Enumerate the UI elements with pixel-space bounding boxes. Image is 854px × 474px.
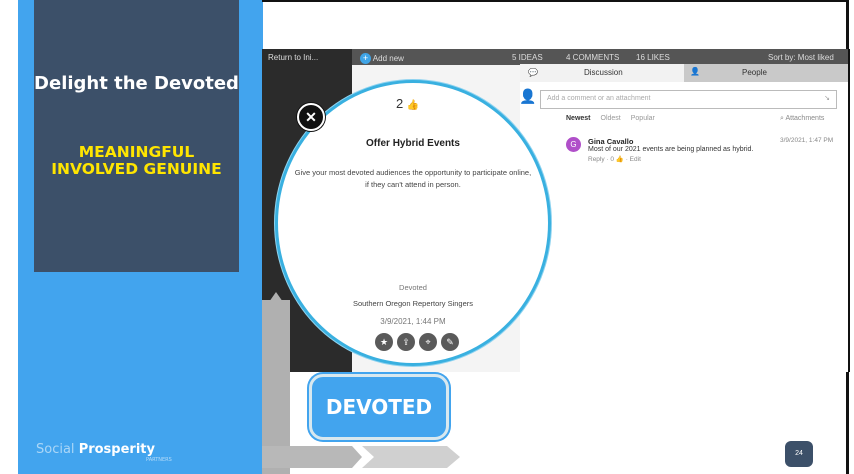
comment-icon: 💬 <box>528 68 538 77</box>
user-avatar-icon: 👤 <box>519 88 537 104</box>
comment-actions[interactable]: Reply · 0 👍 · Edit <box>588 155 641 163</box>
title-box: Delight the Devoted MEANINGFUL INVOLVED … <box>34 0 239 272</box>
tab-people-label: People <box>742 68 767 77</box>
comment-author: Gina Cavallo <box>588 137 634 146</box>
edit-icon[interactable]: ✎ <box>441 333 459 351</box>
idea-likes-count: 2 <box>396 96 404 111</box>
commenter-avatar: G <box>566 137 581 152</box>
return-link[interactable]: Return to Ini... <box>268 53 318 62</box>
comment-text: Most of our 2021 events are being planne… <box>588 146 754 153</box>
page-number: 24 <box>785 441 813 467</box>
comment-placeholder: Add a comment or an attachment <box>547 95 651 102</box>
brand-light: Social <box>36 442 75 457</box>
arrow-horizontal <box>262 446 460 468</box>
arrow-head-up <box>262 292 290 312</box>
idea-category: Devoted <box>399 283 427 292</box>
slide-title: Delight the Devoted <box>34 73 239 94</box>
comment-sort-tabs: Newest Oldest Popular <box>566 115 665 122</box>
attachments-label: Attachments <box>785 115 825 122</box>
share-icon[interactable]: ⇪ <box>397 333 415 351</box>
tab-discussion-label: Discussion <box>584 68 623 77</box>
idea-likes[interactable]: 2 👍 <box>396 96 419 111</box>
sort-newest[interactable]: Newest <box>566 115 591 122</box>
tab-people[interactable]: 👤 People <box>684 64 848 82</box>
idea-title: Offer Hybrid Events <box>366 138 460 149</box>
close-icon[interactable]: ✕ <box>297 103 325 131</box>
add-new-button[interactable]: + Add new <box>360 53 404 64</box>
sort-dropdown[interactable]: Sort by: Most liked <box>768 53 834 62</box>
likes-count: 16 LIKES <box>636 53 670 62</box>
tag-icon[interactable]: ⌖ <box>419 333 437 351</box>
plus-icon: + <box>360 53 371 64</box>
attachments-link[interactable]: ⌕ Attachments <box>780 115 824 123</box>
brand-logo: Social Prosperity PARTNERS <box>36 442 172 463</box>
devoted-label: DEVOTED <box>309 374 449 440</box>
brand-bold: Prosperity <box>78 442 155 457</box>
brand-sub: PARTNERS <box>146 457 172 463</box>
idea-date: 3/9/2021, 1:44 PM <box>380 317 446 326</box>
thumbs-up-icon: 👍 <box>406 100 420 111</box>
sort-oldest[interactable]: Oldest <box>601 115 621 122</box>
tab-discussion[interactable]: 💬 Discussion <box>520 64 684 82</box>
send-icon: ↘ <box>824 95 830 102</box>
discussion-panel <box>520 64 848 372</box>
sort-popular[interactable]: Popular <box>631 115 655 122</box>
idea-body: Give your most devoted audiences the opp… <box>294 168 532 189</box>
idea-organization: Southern Oregon Repertory Singers <box>352 299 474 308</box>
person-icon: 👤 <box>690 67 700 76</box>
ideas-count: 5 IDEAS <box>512 53 543 62</box>
comments-count: 4 COMMENTS <box>566 53 620 62</box>
paperclip-icon: ⌕ <box>780 115 784 122</box>
slide-keywords: MEANINGFUL INVOLVED GENUINE <box>51 143 222 178</box>
frame-top <box>262 0 849 2</box>
comment-input[interactable]: Add a comment or an attachment ↘ <box>540 90 837 109</box>
comment-date: 3/9/2021, 1:47 PM <box>780 137 834 144</box>
add-new-label: Add new <box>372 54 404 63</box>
star-icon[interactable]: ★ <box>375 333 393 351</box>
